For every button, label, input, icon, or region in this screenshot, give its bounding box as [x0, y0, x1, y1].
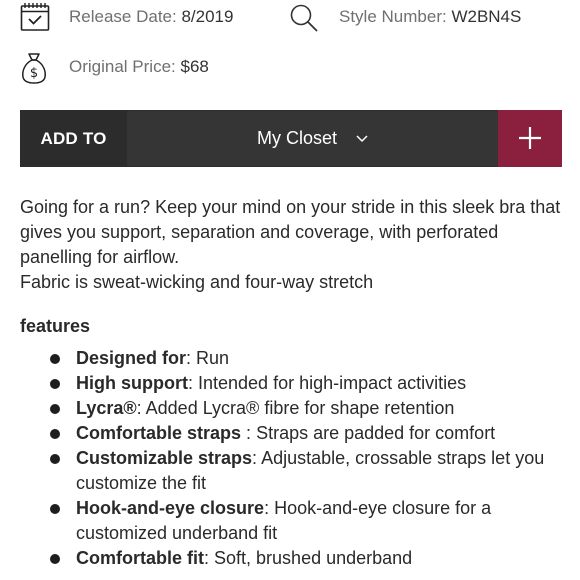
- original-price-value: $68: [180, 57, 209, 76]
- add-to-label: ADD TO: [40, 129, 107, 148]
- features-heading: features: [20, 316, 91, 336]
- fabric-note: Fabric is sweat-wicking and four-way str…: [20, 272, 374, 292]
- feature-item: High support: Intended for high-impact a…: [48, 371, 568, 396]
- feature-separator: :: [241, 423, 257, 443]
- info-row-price: $ Original Price: $68: [0, 50, 580, 90]
- product-description: Going for a run? Keep your mind on your …: [20, 195, 565, 295]
- closet-dropdown-value: My Closet: [256, 128, 337, 148]
- feature-item: Comfortable fit: Soft, brushed underband: [48, 546, 568, 571]
- original-price-text: Original Price: $68: [69, 57, 209, 77]
- plus-icon: [519, 127, 541, 149]
- feature-item: Lycra®: Added Lycra® fibre for shape ret…: [48, 396, 568, 421]
- feature-text: Soft, brushed underband: [214, 548, 413, 568]
- bullet-icon: [50, 404, 60, 414]
- feature-text: Straps are padded for comfort: [256, 423, 496, 443]
- bullet-icon: [50, 454, 60, 464]
- feature-separator: :: [186, 348, 197, 368]
- feature-text: Added Lycra® fibre for shape retention: [145, 398, 455, 418]
- feature-item: Hook-and-eye closure: Hook-and-eye closu…: [48, 496, 568, 546]
- add-to-closet-button[interactable]: [498, 110, 562, 167]
- feature-title: Customizable straps: [76, 448, 253, 468]
- feature-separator: :: [264, 498, 275, 518]
- feature-text: Run: [196, 348, 230, 368]
- release-date-text: Release Date: 8/2019: [69, 7, 233, 27]
- info-row-release-style: Release Date: 8/2019 Style Number: W2BN4…: [0, 0, 580, 40]
- magnifier-icon: [290, 4, 318, 32]
- closet-dropdown[interactable]: My Closet: [127, 111, 498, 166]
- bullet-icon: [50, 504, 60, 514]
- chevron-down-icon: [356, 135, 368, 143]
- feature-separator: :: [252, 448, 262, 468]
- feature-title: High support: [76, 373, 188, 393]
- feature-separator: :: [187, 373, 198, 393]
- feature-title: Comfortable straps: [76, 423, 242, 443]
- feature-item: Comfortable straps : Straps are padded f…: [48, 421, 568, 446]
- description-paragraph: Going for a run? Keep your mind on your …: [20, 197, 561, 267]
- add-to-closet-bar: ADD TO My Closet: [20, 110, 562, 167]
- features-list: Designed for: Run High support: Intended …: [48, 346, 568, 571]
- bullet-icon: [50, 379, 60, 389]
- feature-text: Intended for high-impact activities: [198, 373, 467, 393]
- feature-item: Customizable straps: Adjustable, crossab…: [48, 446, 568, 496]
- feature-item: Designed for: Run: [48, 346, 568, 371]
- feature-title: Designed for: [76, 348, 187, 368]
- feature-title: Hook-and-eye closure: [76, 498, 265, 518]
- release-date-value: 8/2019: [181, 7, 234, 26]
- money-bag-icon: $: [22, 53, 46, 84]
- feature-separator: :: [136, 398, 146, 418]
- feature-title: Lycra®: [76, 398, 137, 418]
- style-number-label: Style Number:: [339, 7, 447, 26]
- style-number-value: W2BN4S: [451, 7, 522, 26]
- svg-text:$: $: [30, 66, 38, 81]
- feature-separator: :: [204, 548, 215, 568]
- calendar-check-icon: [20, 3, 50, 31]
- bullet-icon: [50, 554, 60, 564]
- feature-title: Comfortable fit: [76, 548, 204, 568]
- style-number-text: Style Number: W2BN4S: [339, 7, 521, 27]
- bullet-icon: [50, 429, 60, 439]
- release-date-label: Release Date:: [69, 7, 177, 26]
- original-price-label: Original Price:: [69, 57, 176, 76]
- bullet-icon: [50, 354, 60, 364]
